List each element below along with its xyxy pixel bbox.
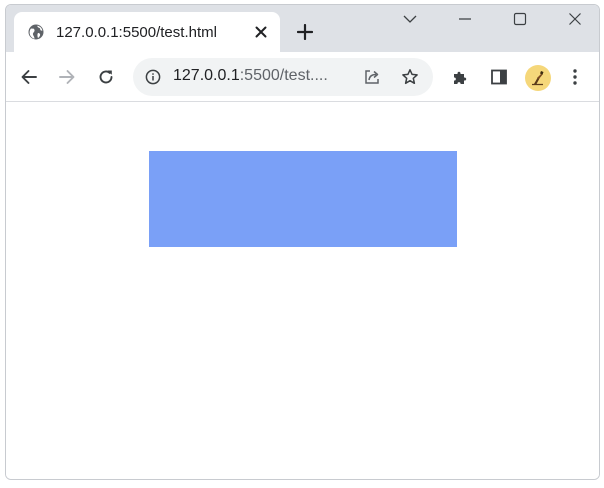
reload-icon <box>99 70 113 84</box>
close-icon <box>255 26 267 38</box>
star-icon <box>402 69 418 85</box>
share-button[interactable] <box>362 67 382 87</box>
address-url[interactable]: 127.0.0.1:5500/test.... <box>173 67 328 85</box>
globe-icon <box>28 24 44 40</box>
close-icon <box>569 13 581 25</box>
share-icon <box>365 70 379 84</box>
maximize-icon <box>513 12 527 26</box>
browser-window: 127.0.0.1:5500/test.html 127.0.0.1:5500/… <box>5 4 600 480</box>
bookmark-button[interactable] <box>400 67 420 87</box>
url-host: 127.0.0.1 <box>173 67 240 84</box>
arrow-left-icon <box>21 70 37 84</box>
extensions-button[interactable] <box>449 65 473 89</box>
tab-title: 127.0.0.1:5500/test.html <box>56 23 217 41</box>
url-path: :5500/test.... <box>239 67 328 84</box>
tab-active[interactable]: 127.0.0.1:5500/test.html <box>14 12 280 52</box>
toolbar: 127.0.0.1:5500/test.... <box>6 52 599 102</box>
new-tab-button[interactable] <box>295 22 315 42</box>
maximize-button[interactable] <box>508 9 532 29</box>
puzzle-icon <box>454 71 467 84</box>
minimize-icon <box>459 18 471 20</box>
arrow-right-icon <box>59 70 75 84</box>
chevron-down-icon <box>403 15 417 23</box>
plus-icon <box>297 24 313 40</box>
minimize-button[interactable] <box>453 9 477 29</box>
window-close-button[interactable] <box>563 9 587 29</box>
reload-button[interactable] <box>94 65 118 89</box>
browser-menu-button[interactable] <box>563 65 587 89</box>
info-icon[interactable] <box>144 68 162 86</box>
tab-search-button[interactable] <box>398 9 422 29</box>
side-panel-icon <box>491 69 507 85</box>
tab-close-button[interactable] <box>252 23 270 41</box>
back-button[interactable] <box>17 65 41 89</box>
tab-strip: 127.0.0.1:5500/test.html <box>6 5 599 52</box>
avatar-icon <box>532 71 544 86</box>
side-panel-button[interactable] <box>487 65 511 89</box>
forward-button[interactable] <box>55 65 79 89</box>
address-bar[interactable]: 127.0.0.1:5500/test.... <box>133 58 433 96</box>
kebab-menu-icon <box>573 69 577 85</box>
page-viewport <box>6 102 599 479</box>
profile-avatar[interactable] <box>525 65 551 91</box>
blue-box <box>149 151 457 247</box>
